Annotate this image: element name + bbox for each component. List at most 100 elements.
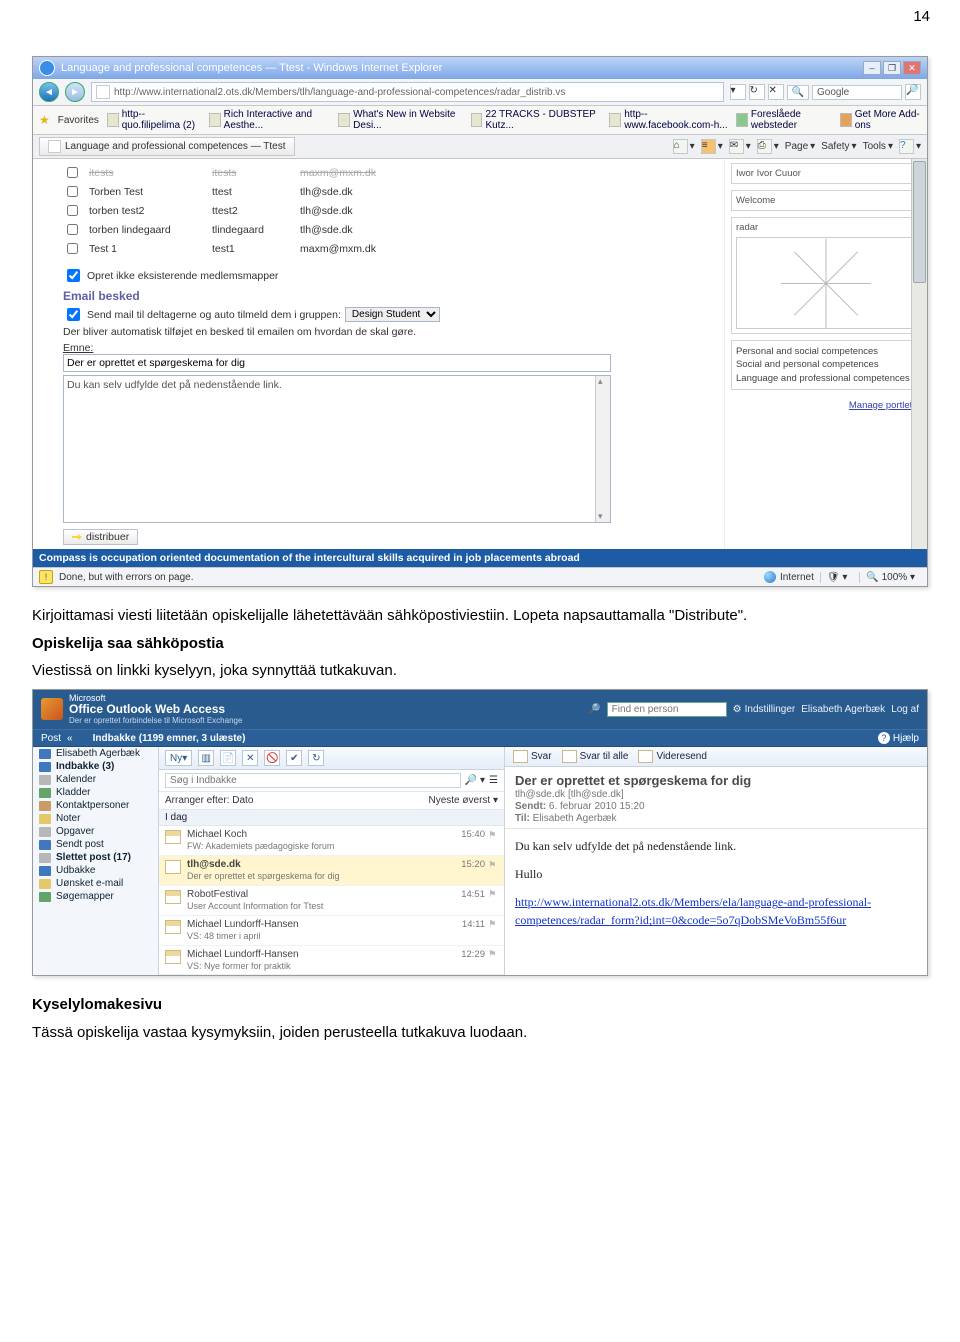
fav-icon [471, 113, 483, 127]
folder-contacts[interactable]: Kontaktpersoner [33, 799, 158, 812]
search-go-icon[interactable]: 🔎 [905, 84, 921, 100]
folder-drafts[interactable]: Kladder [33, 786, 158, 799]
row-checkbox[interactable] [67, 243, 78, 254]
folder-item[interactable]: Elisabeth Agerbæk [33, 747, 158, 760]
refresh-button[interactable]: ↻ [308, 750, 324, 766]
message-row[interactable]: Michael Lundorff-HansenVS: 48 timer i ap… [159, 916, 504, 946]
row-checkbox[interactable] [67, 167, 78, 178]
row-checkbox[interactable] [67, 205, 78, 216]
help-button[interactable]: ?Hjælp [878, 732, 919, 744]
refresh-icon[interactable]: ↻ [749, 84, 765, 100]
maximize-button[interactable]: ❐ [883, 61, 901, 75]
message-row-selected[interactable]: tlh@sde.dkDer er oprettet et spørgeskema… [159, 856, 504, 886]
logout-link[interactable]: Log af [891, 704, 919, 715]
home-button[interactable]: ⌂▾ [673, 139, 695, 154]
zone-internet[interactable]: Internet [764, 571, 814, 583]
safety-menu[interactable]: Safety ▾ [821, 141, 856, 152]
drafts-icon [39, 788, 51, 798]
competence-link[interactable]: Personal and social competences [736, 345, 916, 358]
participants-table: itests itests maxm@mxm.dk Torben Test tt… [63, 163, 714, 258]
favorites-star-icon[interactable]: ★ [39, 113, 50, 127]
search-go-icon[interactable]: 🔎 ▾ [465, 775, 485, 786]
reply-button[interactable]: Svar [513, 750, 552, 763]
search-options-icon[interactable]: ☰ [489, 775, 498, 786]
owa-header: Microsoft Office Outlook Web Access Der … [33, 690, 927, 730]
flag-icon[interactable]: ⚑ [488, 889, 498, 899]
print-button[interactable]: ⎙▾ [757, 139, 779, 154]
folder-sent[interactable]: Sendt post [33, 838, 158, 851]
search-engine-icon: 🔍 [787, 85, 809, 100]
competence-link[interactable]: Language and professional competences [736, 372, 916, 385]
group-select[interactable]: Design Student [345, 307, 440, 322]
fav-link[interactable]: What's New in Website Desi... [338, 109, 462, 131]
fav-link[interactable]: Rich Interactive and Aesthe... [209, 109, 331, 131]
create-folders-checkbox[interactable] [67, 269, 80, 282]
row-checkbox[interactable] [67, 186, 78, 197]
row-checkbox[interactable] [67, 224, 78, 235]
zoom-control[interactable]: 🔍 100% ▾ [859, 572, 921, 583]
find-person-input[interactable] [607, 702, 727, 717]
message-row[interactable]: RobotFestivalUser Account Information fo… [159, 886, 504, 916]
forward-button[interactable]: Videresend [638, 750, 706, 763]
reply-all-button[interactable]: Svar til alle [562, 750, 629, 763]
inbox-icon [39, 762, 51, 772]
message-body-input[interactable]: Du kan selv udfylde det på nedenstående … [63, 375, 611, 523]
subject-input[interactable] [63, 354, 611, 372]
layout-button[interactable]: ▥ [198, 750, 214, 766]
tools-menu[interactable]: Tools ▾ [863, 141, 893, 152]
message-row[interactable]: Michael Lundorff-HansenVS: Nye former fo… [159, 946, 504, 976]
table-cell: itests [89, 167, 204, 179]
back-button[interactable]: ◄ [39, 82, 59, 102]
tab-active[interactable]: Language and professional competences — … [39, 137, 295, 156]
page-scrollbar[interactable] [911, 159, 927, 549]
junk-button[interactable]: 🚫 [264, 750, 280, 766]
flag-icon[interactable]: ⚑ [488, 949, 498, 959]
manage-portlets-link[interactable]: Manage portlets [849, 400, 917, 411]
folder-outbox[interactable]: Udbakke [33, 864, 158, 877]
textarea-scrollbar[interactable] [595, 376, 610, 522]
fav-link[interactable]: 22 TRACKS - DUBSTEP Kutz... [471, 109, 602, 131]
delete-button[interactable]: ✕ [242, 750, 258, 766]
close-button[interactable]: ✕ [903, 61, 921, 75]
send-mail-checkbox[interactable] [67, 308, 80, 321]
sort-order[interactable]: Nyeste øverst ▾ [429, 795, 499, 806]
help-button[interactable]: ?▾ [899, 139, 921, 154]
competence-link[interactable]: Social and personal competences [736, 358, 916, 371]
folder-notes[interactable]: Noter [33, 812, 158, 825]
folder-tasks[interactable]: Opgaver [33, 825, 158, 838]
distribute-button[interactable]: distribuer [63, 529, 138, 545]
search-input[interactable]: Google [812, 85, 902, 100]
fav-link[interactable]: Foreslåede websteder [736, 109, 832, 131]
message-row[interactable]: Michael KochFW: Akademiets pædagogiske f… [159, 826, 504, 856]
mail-open-icon [165, 830, 181, 844]
search-inbox-input[interactable] [165, 773, 461, 788]
mail-link[interactable]: http://www.international2.ots.dk/Members… [515, 895, 871, 927]
folder-calendar[interactable]: Kalender [33, 773, 158, 786]
folder-junk[interactable]: Uønsket e-mail [33, 877, 158, 890]
page-menu[interactable]: Page ▾ [785, 141, 815, 152]
sent-icon [39, 840, 51, 850]
dropdown-icon[interactable]: ▾ [730, 84, 746, 100]
folder-search[interactable]: Søgemapper [33, 890, 158, 903]
address-input[interactable]: http://www.international2.ots.dk/Members… [91, 82, 724, 102]
table-cell: test1 [212, 243, 292, 255]
flag-icon[interactable]: ⚑ [488, 830, 498, 840]
new-mail-button[interactable]: Ny ▾ [165, 750, 192, 766]
fav-link[interactable]: Get More Add-ons [840, 109, 921, 131]
stop-icon[interactable]: ✕ [768, 84, 784, 100]
folder-inbox[interactable]: Indbakke (3) [33, 760, 158, 773]
protected-mode-icon[interactable]: 🛡 ▾ [820, 572, 854, 583]
feeds-button[interactable]: ≡▾ [701, 139, 723, 154]
folder-deleted[interactable]: Slettet post (17) [33, 851, 158, 864]
fav-link[interactable]: http--quo.filipelima (2) [107, 109, 201, 131]
flag-icon[interactable]: ⚑ [488, 860, 498, 870]
flag-icon[interactable]: ⚑ [488, 919, 498, 929]
minimize-button[interactable]: – [863, 61, 881, 75]
mail-button[interactable]: ✉▾ [729, 139, 751, 154]
move-button[interactable]: 📄 [220, 750, 236, 766]
forward-button[interactable]: ► [65, 82, 85, 102]
check-button[interactable]: ✔ [286, 750, 302, 766]
settings-link[interactable]: ⚙Indstillinger [733, 704, 796, 715]
arrange-by[interactable]: Arranger efter: Dato [165, 795, 253, 806]
fav-link[interactable]: http--www.facebook.com-h... [609, 109, 728, 131]
